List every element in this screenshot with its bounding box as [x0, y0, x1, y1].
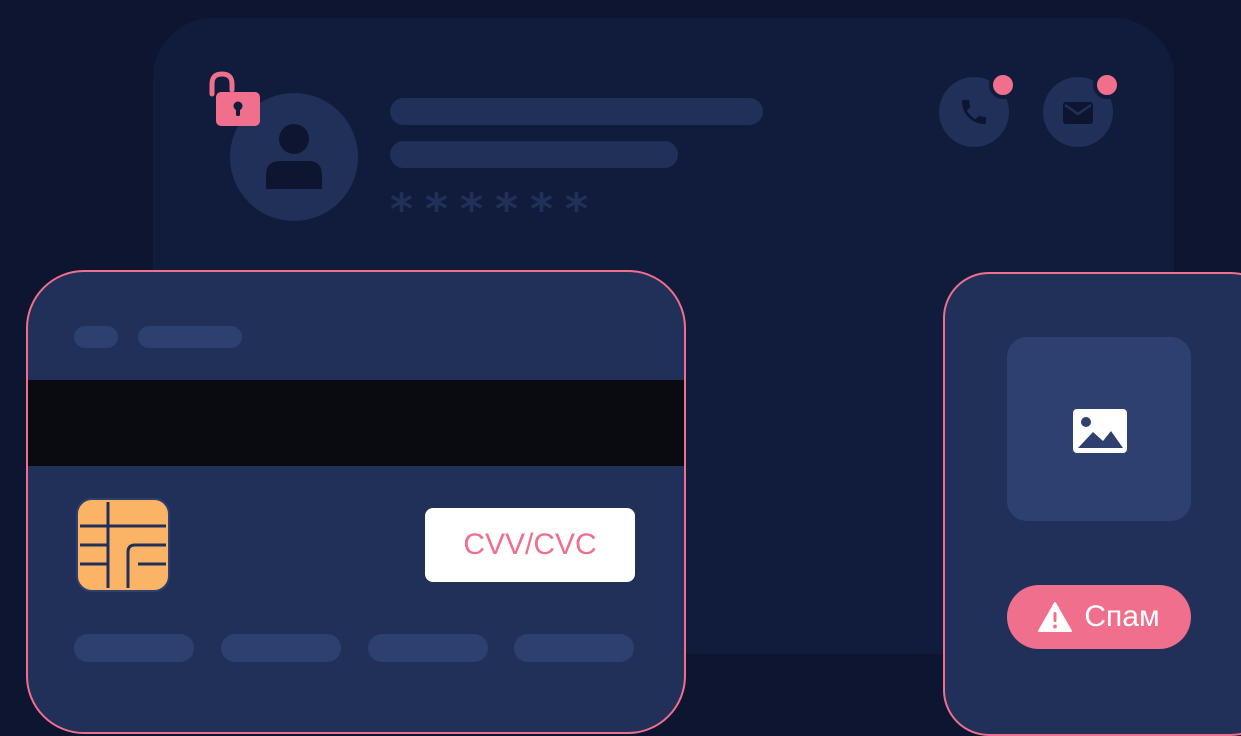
card-number-group-4 — [514, 634, 634, 662]
profile-name-placeholder — [390, 98, 763, 125]
chip-icon — [76, 498, 170, 592]
spam-badge[interactable]: Спам — [1007, 585, 1191, 649]
mail-icon — [1063, 102, 1093, 124]
warning-icon — [1038, 602, 1073, 632]
image-icon — [1073, 409, 1127, 453]
phone-notification-dot — [989, 71, 1017, 99]
card-number-group-2 — [221, 634, 341, 662]
phone-icon — [962, 100, 986, 124]
message-card: Спам — [943, 272, 1241, 736]
magnetic-stripe — [28, 380, 684, 466]
bank-card: CVV/CVC — [26, 270, 686, 734]
card-label-short — [74, 326, 118, 348]
profile-detail-placeholder — [390, 141, 678, 168]
lock-open-icon — [209, 71, 260, 126]
user-icon — [266, 124, 322, 189]
card-number-group-3 — [368, 634, 488, 662]
spam-label: Спам — [1084, 600, 1160, 633]
card-number-group-1 — [74, 634, 194, 662]
mail-notification-dot — [1093, 71, 1121, 99]
password-mask: ****** — [390, 184, 601, 235]
card-label-long — [138, 326, 242, 348]
cvv-field[interactable]: CVV/CVC — [425, 508, 635, 582]
image-placeholder — [1007, 337, 1191, 521]
